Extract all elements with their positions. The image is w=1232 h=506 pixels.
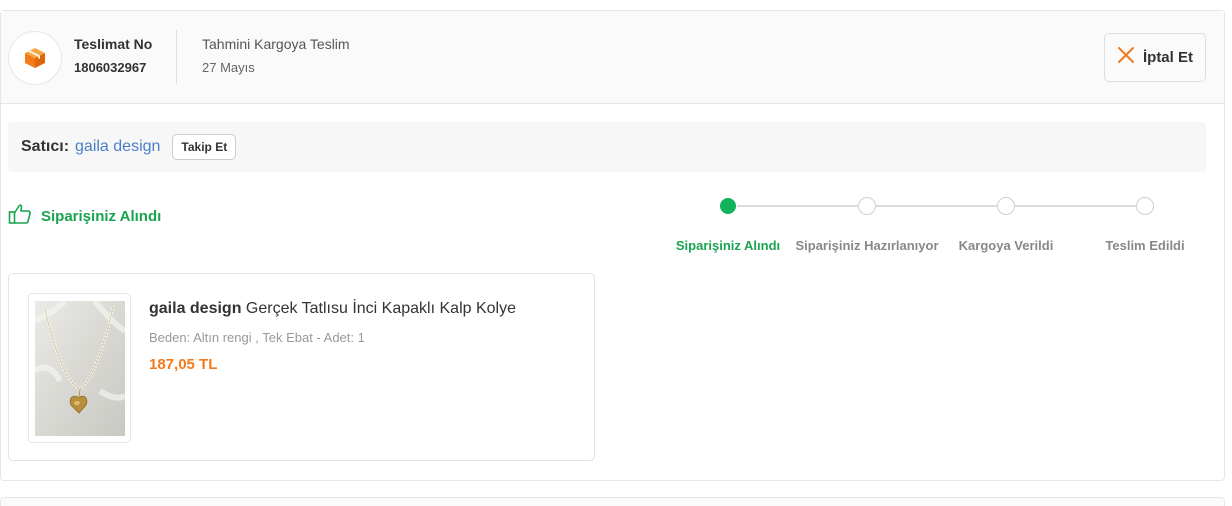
header-divider <box>176 30 177 84</box>
tracker-step-label: Kargoya Verildi <box>958 238 1054 253</box>
tracker-step-label: Siparişiniz Alındı <box>675 238 781 253</box>
seller-name-link[interactable]: gaila design <box>75 138 160 156</box>
cancel-order-label: İptal Et <box>1142 49 1193 66</box>
order-card: Teslimat No 1806032967 Tahmini Kargoya T… <box>0 10 1225 481</box>
product-attributes: Beden: Altın rengi , Tek Ebat - Adet: 1 <box>149 330 365 345</box>
estimate-value: 27 Mayıs <box>202 60 255 75</box>
tracker-line <box>737 205 858 207</box>
product-name: Gerçek Tatlısu İnci Kapaklı Kalp Kolye <box>245 300 516 317</box>
estimate-label: Tahmini Kargoya Teslim <box>202 36 350 52</box>
seller-bar: Satıcı: gaila design Takip Et <box>8 122 1206 172</box>
tracker-step-label: Siparişiniz Hazırlanıyor <box>795 238 939 253</box>
thumbs-up-icon <box>8 203 32 230</box>
product-title[interactable]: gaila design Gerçek Tatlısu İnci Kapaklı… <box>149 300 516 318</box>
tracker-step-dot <box>997 197 1015 215</box>
package-icon <box>8 31 62 85</box>
delivery-no-block: Teslimat No 1806032967 <box>74 35 152 76</box>
tracker-step-label: Teslim Edildi <box>1105 238 1185 253</box>
estimate-block: Tahmini Kargoya Teslim 27 Mayıs <box>202 35 350 76</box>
tracker-line <box>876 205 997 207</box>
tracker-step-dot <box>720 198 736 214</box>
seller-label: Satıcı: <box>21 138 70 155</box>
order-header: Teslimat No 1806032967 Tahmini Kargoya T… <box>1 11 1224 104</box>
product-brand: gaila design <box>149 300 242 317</box>
product-image[interactable] <box>28 293 131 443</box>
product-item[interactable]: gaila design Gerçek Tatlısu İnci Kapaklı… <box>8 273 595 461</box>
tracker-step-dot <box>858 197 876 215</box>
cancel-order-button[interactable]: İptal Et <box>1104 33 1206 82</box>
delivery-no-value: 1806032967 <box>74 60 147 75</box>
order-status: Siparişiniz Alındı <box>8 203 161 230</box>
next-order-card <box>0 497 1225 506</box>
tracker-step-dot <box>1136 197 1154 215</box>
delivery-no-label: Teslimat No <box>74 36 153 52</box>
order-status-text: Siparişiniz Alındı <box>41 208 162 225</box>
order-progress-tracker: Siparişiniz Alındı Siparişiniz Hazırlanıy… <box>671 195 1201 255</box>
close-icon <box>1117 46 1135 69</box>
tracker-line <box>1015 205 1136 207</box>
product-price: 187,05 TL <box>149 356 218 373</box>
follow-seller-button[interactable]: Takip Et <box>172 134 237 160</box>
